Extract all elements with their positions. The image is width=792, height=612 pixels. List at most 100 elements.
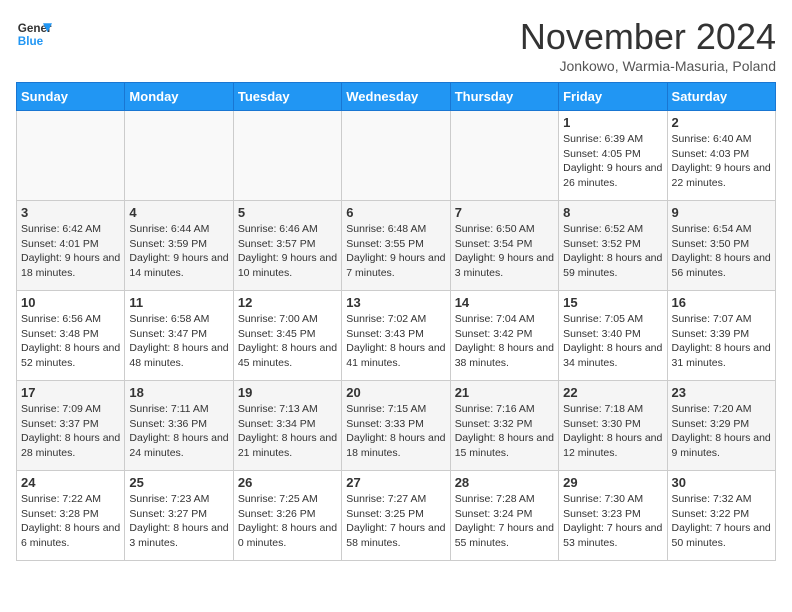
calendar-header-row: SundayMondayTuesdayWednesdayThursdayFrid… <box>17 83 776 111</box>
month-title: November 2024 <box>520 16 776 58</box>
calendar-cell: 16 Sunrise: 7:07 AM Sunset: 3:39 PM Dayli… <box>667 291 775 381</box>
col-header-tuesday: Tuesday <box>233 83 341 111</box>
day-number: 20 <box>346 385 445 400</box>
calendar-cell <box>233 111 341 201</box>
calendar-week-row: 17 Sunrise: 7:09 AM Sunset: 3:37 PM Dayli… <box>17 381 776 471</box>
calendar-cell: 27 Sunrise: 7:27 AM Sunset: 3:25 PM Dayli… <box>342 471 450 561</box>
day-number: 12 <box>238 295 337 310</box>
day-number: 29 <box>563 475 662 490</box>
day-info: Sunrise: 7:16 AM Sunset: 3:32 PM Dayligh… <box>455 402 554 461</box>
calendar-cell: 29 Sunrise: 7:30 AM Sunset: 3:23 PM Dayli… <box>559 471 667 561</box>
day-info: Sunrise: 7:02 AM Sunset: 3:43 PM Dayligh… <box>346 312 445 371</box>
calendar-cell <box>17 111 125 201</box>
day-info: Sunrise: 7:18 AM Sunset: 3:30 PM Dayligh… <box>563 402 662 461</box>
calendar-cell: 12Sunrise: 7:00 AM Sunset: 3:45 PM Dayli… <box>233 291 341 381</box>
day-number: 2 <box>672 115 771 130</box>
calendar-cell: 13 Sunrise: 7:02 AM Sunset: 3:43 PM Dayli… <box>342 291 450 381</box>
day-info: Sunrise: 7:30 AM Sunset: 3:23 PM Dayligh… <box>563 492 662 551</box>
day-info: Sunrise: 6:42 AM Sunset: 4:01 PM Dayligh… <box>21 222 120 281</box>
col-header-wednesday: Wednesday <box>342 83 450 111</box>
calendar-cell: 1 Sunrise: 6:39 AM Sunset: 4:05 PM Daylig… <box>559 111 667 201</box>
day-info: Sunrise: 6:48 AM Sunset: 3:55 PM Dayligh… <box>346 222 445 281</box>
calendar-cell: 2 Sunrise: 6:40 AM Sunset: 4:03 PM Daylig… <box>667 111 775 201</box>
day-number: 4 <box>129 205 228 220</box>
day-info: Sunrise: 6:46 AM Sunset: 3:57 PM Dayligh… <box>238 222 337 281</box>
day-number: 5 <box>238 205 337 220</box>
day-info: Sunrise: 7:07 AM Sunset: 3:39 PM Dayligh… <box>672 312 771 371</box>
calendar-cell: 10Sunrise: 6:56 AM Sunset: 3:48 PM Dayli… <box>17 291 125 381</box>
day-info: Sunrise: 6:52 AM Sunset: 3:52 PM Dayligh… <box>563 222 662 281</box>
day-number: 16 <box>672 295 771 310</box>
title-block: November 2024 Jonkowo, Warmia-Masuria, P… <box>520 16 776 74</box>
calendar-cell: 5 Sunrise: 6:46 AM Sunset: 3:57 PM Daylig… <box>233 201 341 291</box>
day-number: 14 <box>455 295 554 310</box>
day-number: 28 <box>455 475 554 490</box>
calendar-cell: 22 Sunrise: 7:18 AM Sunset: 3:30 PM Dayli… <box>559 381 667 471</box>
day-info: Sunrise: 6:39 AM Sunset: 4:05 PM Dayligh… <box>563 132 662 191</box>
day-info: Sunrise: 7:05 AM Sunset: 3:40 PM Dayligh… <box>563 312 662 371</box>
day-number: 13 <box>346 295 445 310</box>
day-info: Sunrise: 6:40 AM Sunset: 4:03 PM Dayligh… <box>672 132 771 191</box>
page-header: General Blue November 2024 Jonkowo, Warm… <box>16 16 776 74</box>
day-info: Sunrise: 6:50 AM Sunset: 3:54 PM Dayligh… <box>455 222 554 281</box>
day-info: Sunrise: 6:44 AM Sunset: 3:59 PM Dayligh… <box>129 222 228 281</box>
calendar-cell: 7Sunrise: 6:50 AM Sunset: 3:54 PM Daylig… <box>450 201 558 291</box>
calendar-cell: 6 Sunrise: 6:48 AM Sunset: 3:55 PM Daylig… <box>342 201 450 291</box>
calendar-cell: 30 Sunrise: 7:32 AM Sunset: 3:22 PM Dayli… <box>667 471 775 561</box>
calendar-table: SundayMondayTuesdayWednesdayThursdayFrid… <box>16 82 776 561</box>
day-number: 27 <box>346 475 445 490</box>
day-number: 6 <box>346 205 445 220</box>
day-info: Sunrise: 7:27 AM Sunset: 3:25 PM Dayligh… <box>346 492 445 551</box>
day-info: Sunrise: 7:25 AM Sunset: 3:26 PM Dayligh… <box>238 492 337 551</box>
day-info: Sunrise: 7:20 AM Sunset: 3:29 PM Dayligh… <box>672 402 771 461</box>
calendar-cell: 11Sunrise: 6:58 AM Sunset: 3:47 PM Dayli… <box>125 291 233 381</box>
calendar-cell: 24 Sunrise: 7:22 AM Sunset: 3:28 PM Dayli… <box>17 471 125 561</box>
calendar-cell: 15 Sunrise: 7:05 AM Sunset: 3:40 PM Dayli… <box>559 291 667 381</box>
calendar-cell: 19 Sunrise: 7:13 AM Sunset: 3:34 PM Dayli… <box>233 381 341 471</box>
day-info: Sunrise: 7:09 AM Sunset: 3:37 PM Dayligh… <box>21 402 120 461</box>
day-number: 9 <box>672 205 771 220</box>
col-header-friday: Friday <box>559 83 667 111</box>
calendar-cell: 4 Sunrise: 6:44 AM Sunset: 3:59 PM Daylig… <box>125 201 233 291</box>
day-number: 17 <box>21 385 120 400</box>
calendar-cell: 26 Sunrise: 7:25 AM Sunset: 3:26 PM Dayli… <box>233 471 341 561</box>
day-info: Sunrise: 7:13 AM Sunset: 3:34 PM Dayligh… <box>238 402 337 461</box>
day-info: Sunrise: 7:23 AM Sunset: 3:27 PM Dayligh… <box>129 492 228 551</box>
day-number: 23 <box>672 385 771 400</box>
day-info: Sunrise: 6:54 AM Sunset: 3:50 PM Dayligh… <box>672 222 771 281</box>
day-number: 1 <box>563 115 662 130</box>
day-info: Sunrise: 7:11 AM Sunset: 3:36 PM Dayligh… <box>129 402 228 461</box>
col-header-saturday: Saturday <box>667 83 775 111</box>
day-info: Sunrise: 7:32 AM Sunset: 3:22 PM Dayligh… <box>672 492 771 551</box>
logo: General Blue <box>16 16 52 52</box>
calendar-cell: 8 Sunrise: 6:52 AM Sunset: 3:52 PM Daylig… <box>559 201 667 291</box>
calendar-cell <box>450 111 558 201</box>
day-number: 30 <box>672 475 771 490</box>
col-header-thursday: Thursday <box>450 83 558 111</box>
day-info: Sunrise: 7:22 AM Sunset: 3:28 PM Dayligh… <box>21 492 120 551</box>
calendar-week-row: 1 Sunrise: 6:39 AM Sunset: 4:05 PM Daylig… <box>17 111 776 201</box>
calendar-cell: 18 Sunrise: 7:11 AM Sunset: 3:36 PM Dayli… <box>125 381 233 471</box>
day-number: 22 <box>563 385 662 400</box>
calendar-cell: 25Sunrise: 7:23 AM Sunset: 3:27 PM Dayli… <box>125 471 233 561</box>
day-number: 24 <box>21 475 120 490</box>
calendar-cell: 9 Sunrise: 6:54 AM Sunset: 3:50 PM Daylig… <box>667 201 775 291</box>
day-number: 8 <box>563 205 662 220</box>
calendar-cell <box>125 111 233 201</box>
col-header-sunday: Sunday <box>17 83 125 111</box>
day-info: Sunrise: 7:15 AM Sunset: 3:33 PM Dayligh… <box>346 402 445 461</box>
day-number: 3 <box>21 205 120 220</box>
logo-icon: General Blue <box>16 16 52 52</box>
calendar-cell <box>342 111 450 201</box>
day-number: 19 <box>238 385 337 400</box>
calendar-cell: 20 Sunrise: 7:15 AM Sunset: 3:33 PM Dayli… <box>342 381 450 471</box>
svg-text:Blue: Blue <box>18 35 44 48</box>
day-number: 18 <box>129 385 228 400</box>
day-info: Sunrise: 6:58 AM Sunset: 3:47 PM Dayligh… <box>129 312 228 371</box>
day-number: 15 <box>563 295 662 310</box>
day-number: 26 <box>238 475 337 490</box>
calendar-cell: 28 Sunrise: 7:28 AM Sunset: 3:24 PM Dayli… <box>450 471 558 561</box>
day-number: 21 <box>455 385 554 400</box>
calendar-week-row: 24 Sunrise: 7:22 AM Sunset: 3:28 PM Dayli… <box>17 471 776 561</box>
day-info: Sunrise: 7:28 AM Sunset: 3:24 PM Dayligh… <box>455 492 554 551</box>
